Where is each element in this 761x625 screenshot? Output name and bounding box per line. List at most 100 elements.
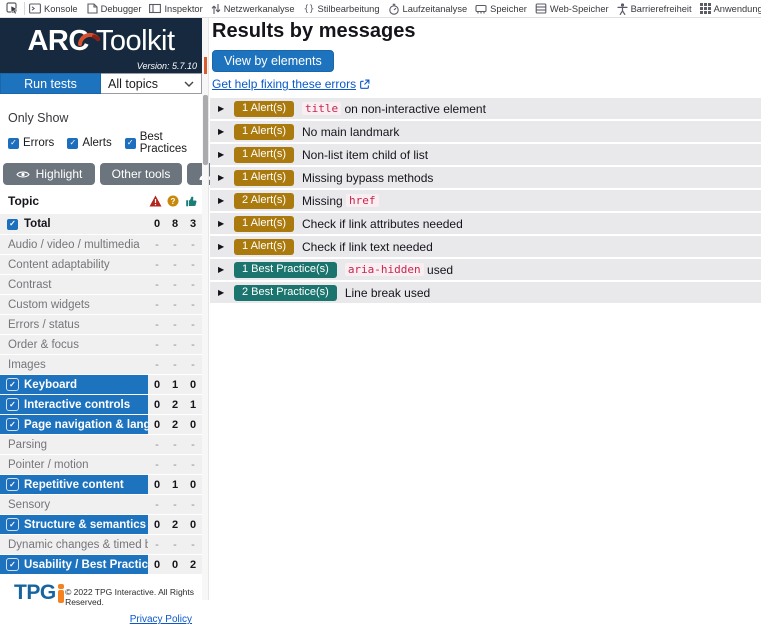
errors-count: - — [148, 339, 166, 351]
run-tests-button[interactable]: Run tests — [0, 73, 101, 94]
checkbox-checked-icon[interactable] — [125, 138, 136, 149]
scrollbar-marker — [204, 57, 207, 74]
expand-arrow-icon[interactable] — [218, 243, 226, 251]
alerts-count: 1 — [166, 379, 184, 391]
message-text-part: Check if link attributes needed — [302, 217, 463, 231]
tab-label: Inspektor — [164, 4, 202, 14]
devtools-tab-netzwerkanalyse[interactable]: Netzwerkanalyse — [207, 0, 299, 17]
alerts-count: 8 — [166, 218, 184, 230]
message-row[interactable]: 1 Alert(s)Non-list item child of list — [210, 144, 761, 165]
message-row[interactable]: 1 Alert(s)Check if link attributes neede… — [210, 213, 761, 234]
best-practices-count: - — [184, 279, 202, 291]
checkbox-checked-icon[interactable] — [7, 519, 18, 530]
topics-dropdown[interactable]: All topics — [101, 73, 202, 94]
topic-row-images[interactable]: Images--- — [0, 355, 202, 374]
svg-text:{}: {} — [303, 5, 314, 14]
topic-row-dynamic-changes-timed-behavior[interactable]: Dynamic changes & timed behavior--- — [0, 535, 202, 554]
message-row[interactable]: 1 Alert(s)No main landmark — [210, 121, 761, 142]
alerts-count: - — [166, 279, 184, 291]
devtools-tab-debugger[interactable]: Debugger — [82, 0, 146, 17]
best-practices-count: 0 — [184, 519, 202, 531]
topic-row-sensory[interactable]: Sensory--- — [0, 495, 202, 514]
checkbox-checked-icon[interactable] — [7, 479, 18, 490]
message-row[interactable]: 2 Alert(s)Missing href — [210, 190, 761, 211]
checkbox-checked-icon[interactable] — [7, 419, 18, 430]
devtools-tab-stilbearbeitung[interactable]: {} Stilbearbeitung — [299, 0, 384, 17]
topic-label-text: Custom widgets — [8, 299, 90, 311]
topic-row-page-navigation-language[interactable]: Page navigation & language020 — [0, 415, 202, 434]
checkbox-checked-icon[interactable] — [7, 379, 18, 390]
highlight-button[interactable]: Highlight — [3, 163, 95, 185]
topic-row-order-focus[interactable]: Order & focus--- — [0, 335, 202, 354]
application-icon — [700, 3, 711, 14]
devtools-tab-laufzeitanalyse[interactable]: Laufzeitanalyse — [384, 0, 472, 17]
topic-row-contrast[interactable]: Contrast--- — [0, 275, 202, 294]
topic-column-header: Topic — [8, 194, 146, 208]
checkbox-checked-icon[interactable] — [7, 219, 18, 230]
message-text: Non-list item child of list — [302, 148, 428, 162]
alerts-count: - — [166, 299, 184, 311]
tpgi-logo-i-mark — [58, 583, 63, 603]
topic-label-text: Page navigation & language — [24, 419, 148, 431]
checkbox-checked-icon[interactable] — [67, 138, 78, 149]
expand-arrow-icon[interactable] — [218, 197, 226, 205]
message-text: Check if link text needed — [302, 240, 433, 254]
expand-arrow-icon[interactable] — [218, 128, 226, 136]
errors-count: - — [148, 239, 166, 251]
devtools-tab-anwendung[interactable]: Anwendung — [696, 0, 761, 17]
alerts-count: - — [166, 499, 184, 511]
devtools-tab-barrierefreiheit[interactable]: Barrierefreiheit — [613, 0, 696, 17]
errors-count: - — [148, 319, 166, 331]
expand-arrow-icon[interactable] — [218, 174, 226, 182]
alerts-count: - — [166, 259, 184, 271]
alerts-count: - — [166, 239, 184, 251]
message-row[interactable]: 1 Best Practice(s)aria-hidden used — [210, 259, 761, 280]
privacy-policy-link[interactable]: Privacy Policy — [130, 614, 192, 625]
topic-row-keyboard[interactable]: Keyboard010 — [0, 375, 202, 394]
expand-arrow-icon[interactable] — [218, 151, 226, 159]
best-practices-count: 0 — [184, 479, 202, 491]
alerts-column-icon: ? — [164, 195, 182, 207]
view-by-elements-button[interactable]: View by elements — [212, 50, 334, 72]
devtools-tab-inspektor[interactable]: Inspektor — [145, 0, 206, 17]
topic-label: Audio / video / multimedia — [0, 235, 148, 254]
sidebar-scrollbar[interactable] — [202, 18, 209, 600]
best-practices-count: - — [184, 239, 202, 251]
topic-row-usability-best-practice[interactable]: Usability / Best Practice002 — [0, 555, 202, 574]
checkbox-checked-icon[interactable] — [7, 399, 18, 410]
devtools-tab-speicher[interactable]: Speicher — [471, 0, 531, 17]
topic-row-errors-status[interactable]: Errors / status--- — [0, 315, 202, 334]
topic-row-interactive-controls[interactable]: Interactive controls021 — [0, 395, 202, 414]
expand-arrow-icon[interactable] — [218, 105, 226, 113]
expand-arrow-icon[interactable] — [218, 289, 226, 297]
topic-row-content-adaptability[interactable]: Content adaptability--- — [0, 255, 202, 274]
message-text-part: Missing — [302, 194, 346, 208]
expand-arrow-icon[interactable] — [218, 220, 226, 228]
alerts-count: - — [166, 359, 184, 371]
message-row[interactable]: 2 Best Practice(s)Line break used — [210, 282, 761, 303]
topic-row-total[interactable]: Total083 — [0, 214, 202, 234]
errors-count: - — [148, 459, 166, 471]
checkbox-checked-icon[interactable] — [8, 138, 19, 149]
message-row[interactable]: 1 Alert(s)Check if link text needed — [210, 236, 761, 257]
other-tools-button[interactable]: Other tools — [100, 163, 182, 185]
element-picker-button[interactable] — [0, 0, 24, 17]
expand-arrow-icon[interactable] — [218, 266, 226, 274]
topic-row-repetitive-content[interactable]: Repetitive content010 — [0, 475, 202, 494]
scrollbar-thumb[interactable] — [203, 95, 208, 165]
topic-row-parsing[interactable]: Parsing--- — [0, 435, 202, 454]
message-text-part: Missing bypass methods — [302, 171, 433, 185]
get-help-link[interactable]: Get help fixing these errors — [212, 77, 356, 91]
topic-row-structure-semantics[interactable]: Structure & semantics020 — [0, 515, 202, 534]
message-row[interactable]: 1 Alert(s)Missing bypass methods — [210, 167, 761, 188]
topic-row-pointer-motion[interactable]: Pointer / motion--- — [0, 455, 202, 474]
topic-row-custom-widgets[interactable]: Custom widgets--- — [0, 295, 202, 314]
message-row[interactable]: 1 Alert(s)title on non-interactive eleme… — [210, 98, 761, 119]
devtools-tab-web-speicher[interactable]: Web-Speicher — [531, 0, 613, 17]
tab-label: Stilbearbeitung — [318, 4, 380, 14]
topic-row-audio-video-multimedia[interactable]: Audio / video / multimedia--- — [0, 235, 202, 254]
topic-label: Order & focus — [0, 335, 148, 354]
performance-icon — [388, 3, 400, 15]
checkbox-checked-icon[interactable] — [7, 559, 18, 570]
devtools-tab-konsole[interactable]: Konsole — [25, 0, 82, 17]
